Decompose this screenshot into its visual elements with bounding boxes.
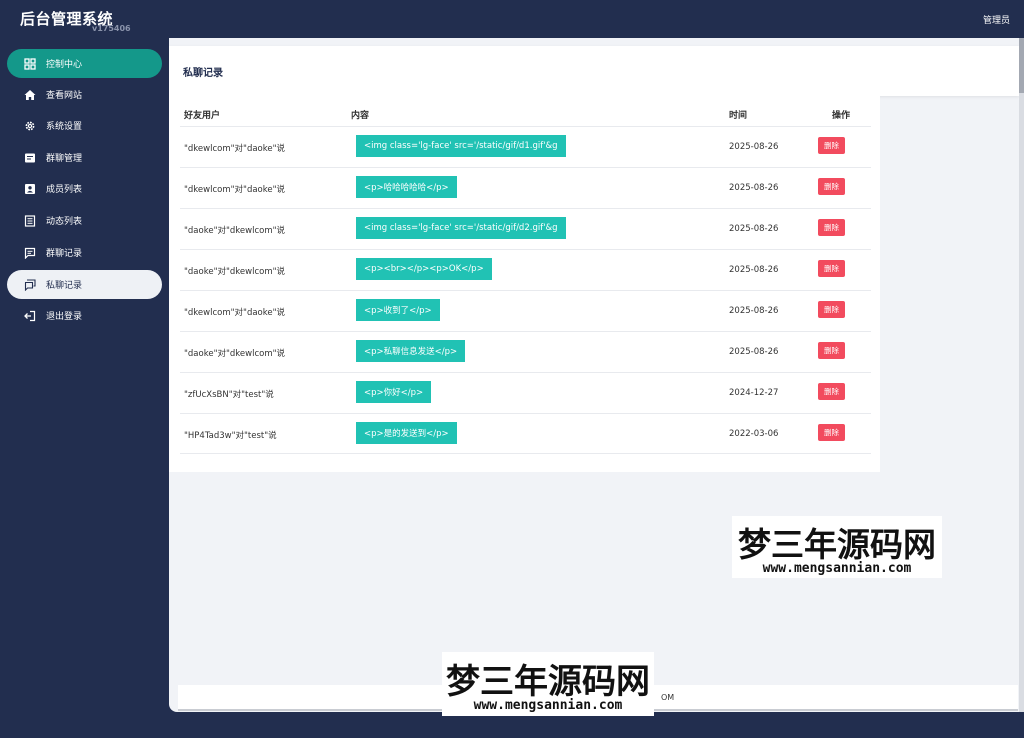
page-title: 私聊记录 [183, 68, 223, 79]
member-icon [24, 183, 36, 195]
private-chat-icon [24, 278, 36, 291]
dashboard-icon [24, 57, 36, 70]
row-time: 2025-08-26 [729, 183, 779, 193]
logout-icon [24, 310, 36, 322]
sidebar-item-group-manage[interactable]: 群聊管理 [7, 143, 162, 172]
sidebar-item-group-chat[interactable]: 群聊记录 [7, 238, 162, 267]
header-user: 好友用户 [184, 111, 221, 121]
table-row: "HP4Tad3w"对"test"说 <p>是的发送到</p> 2022-03-… [180, 413, 871, 454]
row-time: 2024-12-27 [729, 388, 779, 398]
watermark-logo: 梦三年源码网 www.mengsannian.com [442, 652, 654, 716]
table-row: "dkewlcom"对"daoke"说 <p>收到了</p> 2025-08-2… [180, 290, 871, 331]
row-content-tag: <p>哈哈哈哈哈</p> [356, 176, 457, 198]
row-content-tag: <p>是的发送到</p> [356, 422, 457, 444]
delete-button[interactable]: 删除 [818, 178, 845, 195]
watermark-logo: 梦三年源码网 www.mengsannian.com [732, 516, 942, 578]
delete-button[interactable]: 删除 [818, 383, 845, 400]
watermark-url: www.mengsannian.com [762, 561, 912, 576]
row-user: "dkewlcom"对"daoke"说 [184, 308, 286, 318]
sidebar-item-logout[interactable]: 退出登录 [7, 301, 162, 330]
delete-button[interactable]: 删除 [818, 260, 845, 277]
sidebar-item-label: 动态列表 [46, 217, 83, 227]
delete-button[interactable]: 删除 [818, 424, 845, 441]
scrollbar-thumb[interactable] [1019, 38, 1024, 93]
sidebar-item-posts[interactable]: 动态列表 [7, 206, 162, 235]
delete-button[interactable]: 删除 [818, 219, 845, 236]
sidebar-item-label: 系统设置 [46, 122, 83, 132]
row-time: 2025-08-26 [729, 306, 779, 316]
table-row: "dkewlcom"对"daoke"说 <img class='lg-face'… [180, 126, 871, 167]
sidebar-item-label: 成员列表 [46, 185, 83, 195]
list-icon [24, 214, 36, 227]
delete-button[interactable]: 删除 [818, 301, 845, 318]
row-user: "daoke"对"dkewlcom"说 [184, 226, 286, 236]
sidebar-item-control-center[interactable]: 控制中心 [7, 49, 162, 78]
footer-text: OM [661, 693, 675, 702]
sidebar-item-label: 私聊记录 [46, 281, 83, 291]
delete-button[interactable]: 删除 [818, 342, 845, 359]
row-user: "zfUcXsBN"对"test"说 [184, 390, 274, 400]
delete-button[interactable]: 删除 [818, 137, 845, 154]
sidebar-item-label: 群聊记录 [46, 249, 83, 259]
row-content-tag: <img class='lg-face' src='/static/gif/d1… [356, 135, 566, 157]
row-user: "daoke"对"dkewlcom"说 [184, 349, 286, 359]
watermark-url: www.mengsannian.com [473, 698, 623, 713]
table-row: "daoke"对"dkewlcom"说 <p><br></p><p>OK</p>… [180, 249, 871, 290]
sidebar-item-label: 查看网站 [46, 91, 83, 101]
home-icon [24, 89, 36, 101]
row-content-tag: <p><br></p><p>OK</p> [356, 258, 492, 280]
row-user: "daoke"对"dkewlcom"说 [184, 267, 286, 277]
row-content-tag: <p>你好</p> [356, 381, 432, 403]
header-action: 操作 [832, 111, 851, 121]
watermark-title: 梦三年源码网 [446, 662, 650, 702]
sidebar-item-private-chat[interactable]: 私聊记录 [7, 270, 162, 299]
gear-icon [24, 120, 36, 132]
page-header: 私聊记录 [169, 46, 1019, 96]
row-time: 2025-08-26 [729, 347, 779, 357]
sidebar-item-members[interactable]: 成员列表 [7, 174, 162, 203]
sidebar-item-settings[interactable]: 系统设置 [7, 111, 162, 140]
table-row: "daoke"对"dkewlcom"说 <p>私聊信息发送</p> 2025-0… [180, 331, 871, 372]
records-table: 好友用户 内容 时间 操作 "dkewlcom"对"daoke"说 <img c… [169, 94, 880, 472]
user-role-menu[interactable]: 管理员 [983, 13, 1010, 26]
app-version: v175406 [92, 24, 131, 33]
table-row: "daoke"对"dkewlcom"说 <img class='lg-face'… [180, 208, 871, 249]
row-content-tag: <img class='lg-face' src='/static/gif/d2… [356, 217, 566, 239]
scrollbar[interactable] [1019, 38, 1024, 712]
header-time: 时间 [729, 111, 748, 121]
chat-manage-icon [24, 152, 36, 164]
main-panel: 私聊记录 好友用户 内容 时间 操作 "dkewlcom"对"daoke"说 <… [169, 38, 1024, 712]
sidebar-item-label: 退出登录 [46, 312, 83, 322]
sidebar-item-label: 群聊管理 [46, 154, 83, 164]
row-time: 2025-08-26 [729, 142, 779, 152]
sidebar-item-label: 控制中心 [46, 60, 83, 70]
top-bar: 后台管理系统 v175406 管理员 [0, 0, 1024, 38]
header-content: 内容 [351, 111, 370, 121]
row-time: 2022-03-06 [729, 429, 779, 439]
message-icon [24, 247, 36, 259]
row-user: "HP4Tad3w"对"test"说 [184, 431, 277, 441]
table-row: "dkewlcom"对"daoke"说 <p>哈哈哈哈哈</p> 2025-08… [180, 167, 871, 208]
table-row: "zfUcXsBN"对"test"说 <p>你好</p> 2024-12-27 … [180, 372, 871, 413]
row-time: 2025-08-26 [729, 224, 779, 234]
row-content-tag: <p>私聊信息发送</p> [356, 340, 466, 362]
sidebar-item-view-site[interactable]: 查看网站 [7, 80, 162, 109]
row-user: "dkewlcom"对"daoke"说 [184, 144, 286, 154]
row-content-tag: <p>收到了</p> [356, 299, 440, 321]
watermark-title: 梦三年源码网 [738, 525, 936, 564]
sidebar: 控制中心 查看网站 系统设置 群聊管理 成员列表 动态列表 群聊记录 私聊记录 … [0, 38, 168, 738]
row-user: "dkewlcom"对"daoke"说 [184, 185, 286, 195]
row-time: 2025-08-26 [729, 265, 779, 275]
